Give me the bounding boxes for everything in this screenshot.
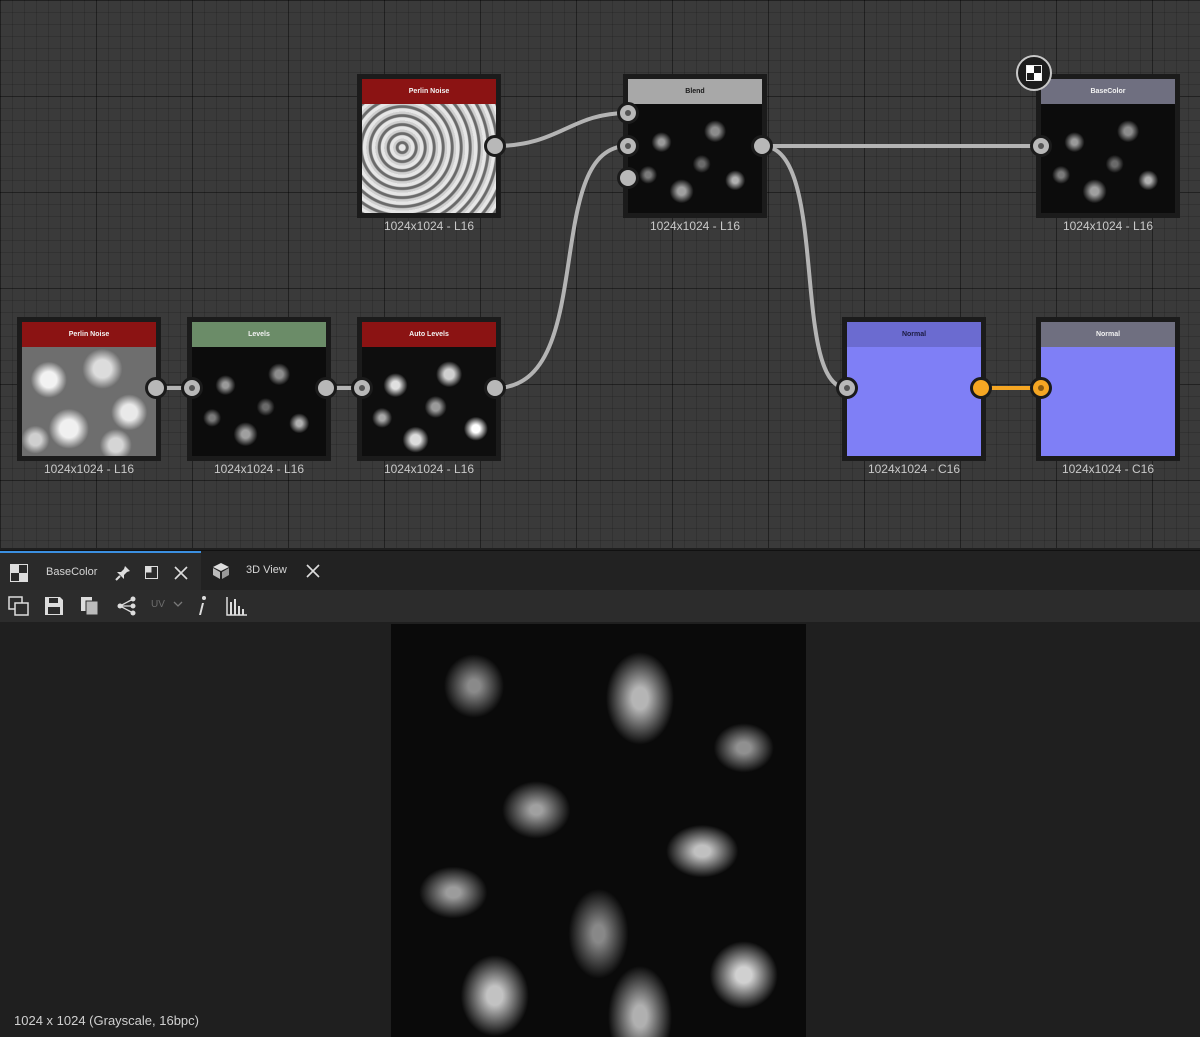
node-blend[interactable]: Blend — [623, 74, 767, 218]
node-auto-levels[interactable]: Auto Levels — [357, 317, 501, 461]
node-normal[interactable]: Normal — [842, 317, 986, 461]
node-header: Normal — [847, 322, 981, 347]
node-thumbnail — [1041, 347, 1175, 456]
node-thumbnail — [192, 347, 326, 456]
info-icon[interactable] — [195, 595, 209, 617]
copy-icon[interactable] — [80, 596, 100, 616]
node-thumbnail — [628, 104, 762, 213]
2d-viewport[interactable] — [0, 622, 1200, 1037]
wire-perlin-to-blend[interactable] — [494, 111, 629, 148]
checker-icon — [10, 564, 28, 582]
node-header: Perlin Noise — [22, 322, 156, 347]
viewer-pin-checker-icon[interactable] — [1016, 55, 1052, 91]
output-port[interactable] — [484, 377, 506, 399]
histogram-icon[interactable] — [226, 596, 248, 616]
node-size-label: 1024x1024 - C16 — [1061, 462, 1155, 476]
output-port[interactable] — [970, 377, 992, 399]
node-perlin-noise-bottom[interactable]: Perlin Noise — [17, 317, 161, 461]
cube-icon — [213, 563, 229, 579]
viewer-tab-bar: BaseColor 3D View — [0, 550, 1200, 591]
save-icon[interactable] — [44, 596, 64, 616]
output-port[interactable] — [315, 377, 337, 399]
viewer-toolbar: UV — [0, 590, 1200, 622]
tab-label: BaseColor — [46, 566, 98, 578]
node-size-label: 1024x1024 - L16 — [1062, 219, 1154, 233]
output-port[interactable] — [484, 135, 506, 157]
node-normal-output[interactable]: Normal — [1036, 317, 1180, 461]
node-basecolor-output[interactable]: BaseColor — [1036, 74, 1180, 218]
node-thumbnail — [1041, 104, 1175, 213]
input-port-mask[interactable] — [617, 167, 639, 189]
input-port[interactable] — [836, 377, 858, 399]
tab-label: 3D View — [246, 564, 287, 576]
texture-preview[interactable] — [391, 624, 806, 1037]
node-thumbnail — [22, 347, 156, 456]
node-levels[interactable]: Levels — [187, 317, 331, 461]
close-icon[interactable] — [172, 564, 190, 582]
node-thumbnail — [362, 347, 496, 456]
node-graph-canvas[interactable]: Perlin Noise 1024x1024 - L16 Blend 1024x… — [0, 0, 1200, 548]
image-info-status: 1024 x 1024 (Grayscale, 16bpc) — [14, 1013, 199, 1028]
node-thumbnail — [847, 347, 981, 456]
node-header: Perlin Noise — [362, 79, 496, 104]
chevron-down-icon[interactable] — [173, 601, 183, 609]
node-size-label: 1024x1024 - L16 — [383, 462, 475, 476]
wire-autolevels-to-blend[interactable] — [494, 144, 629, 390]
export-image-icon[interactable] — [8, 596, 30, 616]
node-size-label: 1024x1024 - L16 — [383, 219, 475, 233]
tab-3d-view[interactable]: 3D View — [203, 551, 333, 591]
tab-basecolor[interactable]: BaseColor — [0, 551, 201, 591]
input-port[interactable] — [1030, 377, 1052, 399]
node-size-label: 1024x1024 - L16 — [43, 462, 135, 476]
input-port-foreground[interactable] — [617, 102, 639, 124]
input-port[interactable] — [1030, 135, 1052, 157]
share-graph-icon[interactable] — [116, 596, 138, 616]
output-port[interactable] — [751, 135, 773, 157]
input-port[interactable] — [181, 377, 203, 399]
float-window-icon[interactable] — [143, 564, 161, 582]
node-thumbnail — [362, 104, 496, 213]
node-size-label: 1024x1024 - L16 — [649, 219, 741, 233]
node-size-label: 1024x1024 - L16 — [213, 462, 305, 476]
wire-blend-to-normal[interactable] — [761, 144, 848, 390]
close-icon[interactable] — [304, 562, 322, 580]
node-header: Auto Levels — [362, 322, 496, 347]
input-port[interactable] — [351, 377, 373, 399]
node-header: BaseColor — [1041, 79, 1175, 104]
node-header: Blend — [628, 79, 762, 104]
node-header: Levels — [192, 322, 326, 347]
node-header: Normal — [1041, 322, 1175, 347]
node-perlin-noise-top[interactable]: Perlin Noise — [357, 74, 501, 218]
node-size-label: 1024x1024 - C16 — [867, 462, 961, 476]
output-port[interactable] — [145, 377, 167, 399]
pin-icon[interactable] — [114, 564, 132, 582]
uv-dropdown-label[interactable]: UV — [151, 599, 165, 610]
input-port-background[interactable] — [617, 135, 639, 157]
